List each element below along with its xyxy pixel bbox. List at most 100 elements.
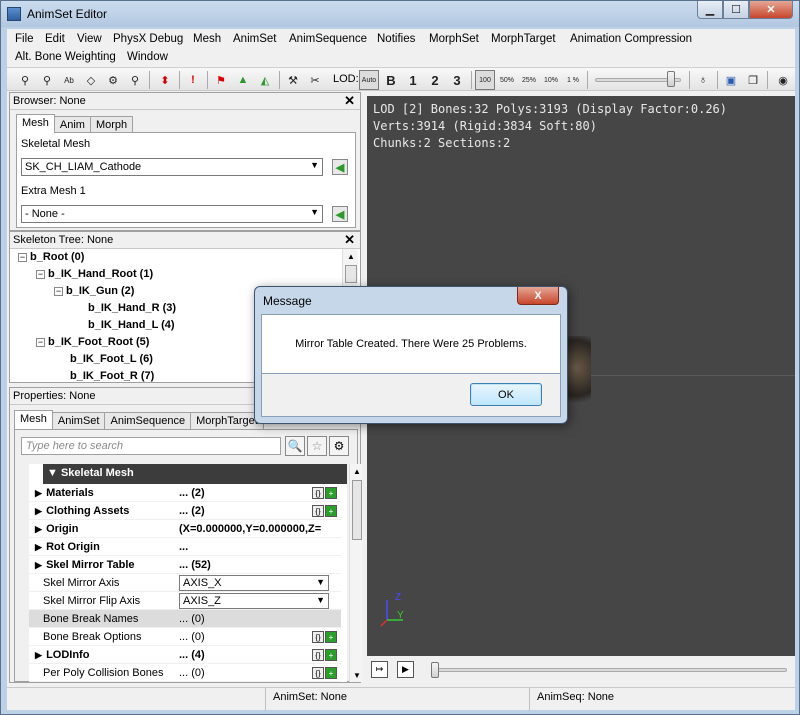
filter-button[interactable]: ⚙ (329, 436, 349, 456)
ok-button[interactable]: OK (470, 383, 542, 406)
menu-edit[interactable]: Edit (45, 32, 65, 46)
scroll-up-icon[interactable]: ▲ (350, 464, 364, 478)
skel-mirror-axis-select[interactable]: AXIS_X ▼ (179, 575, 329, 591)
scroll-down-icon[interactable]: ▼ (350, 668, 364, 682)
tree-node[interactable]: − b_IK_Hand_Root (1) (36, 268, 153, 280)
clear-icon[interactable]: {} (312, 649, 324, 661)
property-row[interactable]: ▶ Origin (X=0.000000,Y=0.000000,Z= (29, 520, 341, 538)
menu-animation-compression[interactable]: Animation Compression (570, 32, 692, 46)
properties-tab-mesh[interactable]: Mesh (14, 410, 53, 429)
speed-25-button[interactable]: 25% (519, 70, 539, 90)
speed-50-button[interactable]: 50% (497, 70, 517, 90)
clear-icon[interactable]: {} (312, 667, 324, 679)
physics-icon[interactable]: ⚒ (283, 70, 303, 90)
sockets-icon[interactable]: ⚙ (103, 70, 123, 90)
property-row[interactable]: Skel Mirror Flip Axis AXIS_Z ▼ (29, 592, 341, 610)
speed-1-button[interactable]: 1 % (563, 70, 583, 90)
properties-tab-animset[interactable]: AnimSet (51, 412, 106, 429)
speed-10-button[interactable]: 10% (541, 70, 561, 90)
add-icon[interactable]: + (325, 505, 337, 517)
tree-node[interactable]: b_IK_Hand_R (3) (88, 302, 176, 314)
fov-slider-thumb[interactable] (667, 71, 675, 87)
lod-3-button[interactable]: 3 (447, 70, 467, 90)
lod-base-button[interactable]: B (381, 70, 401, 90)
favorites-button[interactable]: ☆ (307, 436, 327, 456)
skel-mirror-flip-axis-select[interactable]: AXIS_Z ▼ (179, 593, 329, 609)
use-selected-mesh-button[interactable]: ◀ (332, 159, 348, 175)
property-row[interactable]: ▶ Skel Mirror Table ... (52) (29, 556, 341, 574)
lod-1-button[interactable]: 1 (403, 70, 423, 90)
browser-close-icon[interactable]: ✕ (344, 93, 355, 109)
weight-icon[interactable]: ⬍ (155, 70, 175, 90)
property-row[interactable]: ▶ Materials ... (2) {} + (29, 484, 341, 502)
clear-icon[interactable]: {} (312, 487, 324, 499)
compare-icon[interactable]: ▣ (721, 70, 741, 90)
close-button[interactable]: ✕ (749, 1, 793, 19)
menu-morphset[interactable]: MorphSet (429, 32, 479, 46)
use-selected-extra-mesh-button[interactable]: ◀ (332, 206, 348, 222)
extra-mesh-combo[interactable]: - None - ▼ (21, 205, 323, 223)
add-icon[interactable]: + (325, 649, 337, 661)
maximize-button[interactable]: ☐ (723, 1, 749, 19)
property-row[interactable]: Bone Break Options ... (0) {} + (29, 628, 341, 646)
duplicate-icon[interactable]: ❐ (743, 70, 763, 90)
lod-auto-button[interactable]: Auto (359, 70, 379, 90)
skeleton-icon[interactable]: ⚲ (15, 70, 35, 90)
dialog-close-button[interactable]: X (517, 287, 559, 305)
bone-axes-icon[interactable]: ⚲ (37, 70, 57, 90)
bone-names-icon[interactable]: Ab (59, 70, 79, 90)
clear-icon[interactable]: {} (312, 505, 324, 517)
tree-node[interactable]: − b_IK_Foot_Root (5) (36, 336, 149, 348)
triangle-icon[interactable]: ◭ (255, 70, 275, 90)
menu-alt-bone-weighting[interactable]: Alt. Bone Weighting (15, 50, 116, 64)
loop-button[interactable]: ↦ (371, 661, 388, 678)
lod-2-button[interactable]: 2 (425, 70, 445, 90)
flag-icon[interactable]: ⚑ (211, 70, 231, 90)
minimize-button[interactable]: ▁ (697, 1, 723, 19)
scroll-up-icon[interactable]: ▲ (343, 249, 359, 263)
scroll-thumb[interactable] (345, 265, 357, 283)
play-button[interactable]: ▶ (397, 661, 414, 678)
skeletal-mesh-combo[interactable]: SK_CH_LIAM_Cathode ▼ (21, 158, 323, 176)
property-grid-scrollbar[interactable]: ▲ ▼ (349, 464, 363, 682)
add-icon[interactable]: + (325, 667, 337, 679)
tools-icon[interactable]: ✂ (305, 70, 325, 90)
add-icon[interactable]: + (325, 631, 337, 643)
properties-tab-animsequence[interactable]: AnimSequence (104, 412, 192, 429)
timeline-slider-track[interactable] (431, 668, 787, 672)
tree-node[interactable]: − b_Root (0) (18, 251, 84, 263)
property-row[interactable]: Bone Break Names ... (0) (29, 610, 341, 628)
ref-pose-icon[interactable]: ⚲ (125, 70, 145, 90)
search-button[interactable]: 🔍 (285, 436, 305, 456)
wireframe-icon[interactable]: ◇ (81, 70, 101, 90)
property-row[interactable]: ▶ LODInfo ... (4) {} + (29, 646, 341, 664)
property-search-input[interactable]: Type here to search (21, 437, 281, 455)
speed-100-button[interactable]: 100 (475, 70, 495, 90)
clear-icon[interactable]: {} (312, 631, 324, 643)
category-header[interactable]: ▼ Skeletal Mesh (43, 464, 347, 484)
menu-mesh[interactable]: Mesh (193, 32, 221, 46)
light-icon[interactable]: ♁ (693, 70, 713, 90)
cone-icon[interactable]: ▲ (233, 70, 253, 90)
add-icon[interactable]: + (325, 487, 337, 499)
properties-tab-morphtarget[interactable]: MorphTarget (190, 412, 264, 429)
timeline-slider-thumb[interactable] (431, 662, 439, 678)
eye-icon[interactable]: ◉ (773, 70, 793, 90)
property-row[interactable]: ▶ Rot Origin ... (29, 538, 341, 556)
property-row[interactable]: Skel Mirror Axis AXIS_X ▼ (29, 574, 341, 592)
title-bar[interactable]: AnimSet Editor ▁ ☐ ✕ (1, 1, 799, 27)
tree-node[interactable]: − b_IK_Gun (2) (54, 285, 134, 297)
property-row[interactable]: Per Poly Collision Bones ... (0) {} + (29, 664, 341, 682)
menu-animsequence[interactable]: AnimSequence (289, 32, 367, 46)
menu-window[interactable]: Window (127, 50, 168, 64)
property-row[interactable]: ▶ Clothing Assets ... (2) {} + (29, 502, 341, 520)
tree-node[interactable]: b_IK_Hand_L (4) (88, 319, 175, 331)
menu-physx-debug[interactable]: PhysX Debug (113, 32, 183, 46)
browser-tab-morph[interactable]: Morph (89, 116, 134, 133)
menu-morphtarget[interactable]: MorphTarget (491, 32, 556, 46)
menu-file[interactable]: File (15, 32, 34, 46)
tree-node[interactable]: b_IK_Foot_R (7) (70, 370, 154, 382)
menu-notifies[interactable]: Notifies (377, 32, 415, 46)
skeleton-tree-close-icon[interactable]: ✕ (344, 232, 355, 248)
browser-tab-mesh[interactable]: Mesh (16, 114, 55, 133)
